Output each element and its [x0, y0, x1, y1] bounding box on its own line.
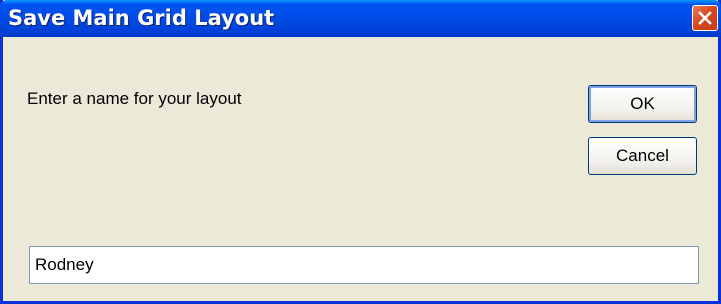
- dialog-title: Save Main Grid Layout: [8, 6, 275, 30]
- cancel-button[interactable]: Cancel: [588, 137, 697, 175]
- close-icon: [698, 11, 712, 25]
- close-button[interactable]: [692, 5, 718, 31]
- ok-button-label: OK: [630, 94, 655, 113]
- prompt-label: Enter a name for your layout: [27, 89, 242, 108]
- save-layout-dialog: Save Main Grid Layout Enter a name for y…: [0, 0, 721, 304]
- layout-name-input[interactable]: [29, 246, 699, 284]
- title-bar[interactable]: Save Main Grid Layout: [0, 0, 721, 37]
- cancel-button-label: Cancel: [616, 146, 669, 165]
- ok-button[interactable]: OK: [588, 85, 697, 123]
